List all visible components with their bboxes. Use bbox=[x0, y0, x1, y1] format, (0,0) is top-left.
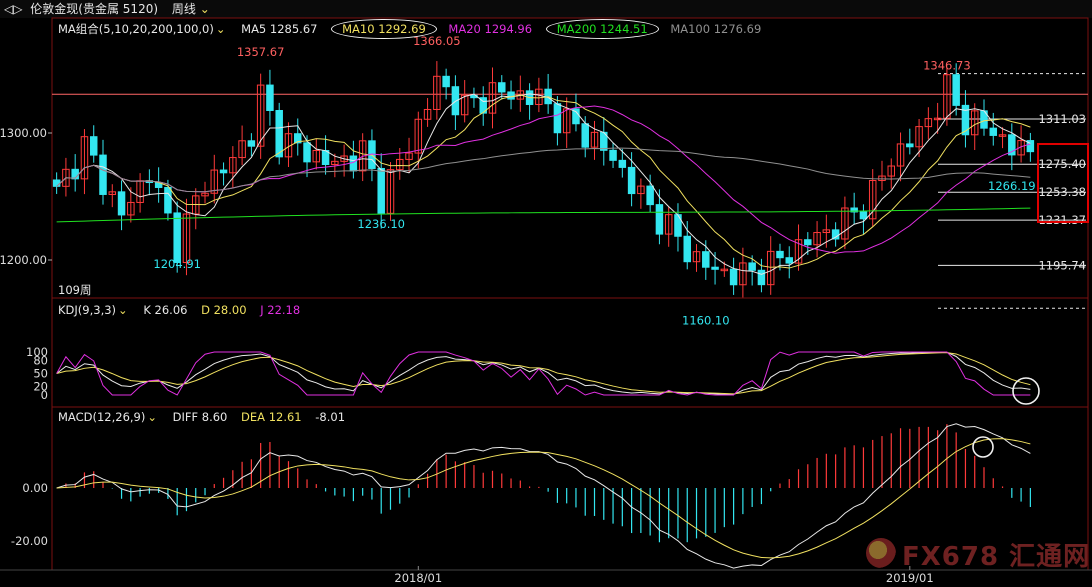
candle-body bbox=[729, 268, 738, 286]
macd-dea-value: DEA 12.61 bbox=[241, 410, 302, 424]
candle-body bbox=[89, 136, 98, 156]
candle-body bbox=[581, 123, 589, 148]
level-label-5: 1195.74 bbox=[1038, 258, 1086, 272]
ma5-line bbox=[56, 93, 1031, 275]
kdj-highlight-circle bbox=[1012, 377, 1040, 405]
candle-body bbox=[451, 86, 460, 116]
ma5-value: MA5 1285.67 bbox=[241, 22, 318, 36]
price-annotation-6: 1266.19 bbox=[988, 179, 1036, 193]
candle-body bbox=[627, 166, 636, 195]
candle-body bbox=[859, 211, 868, 220]
candle-body bbox=[646, 185, 654, 206]
candle-body bbox=[553, 103, 562, 134]
candle-body bbox=[674, 214, 682, 237]
price-annotation-0: 1357.67 bbox=[237, 45, 285, 59]
kdj-legend: KDJ(9,3,3) ⌄ K 26.06 D 28.00 J 22.18 bbox=[58, 303, 301, 317]
kdj-tick-label-1: 80 bbox=[33, 354, 48, 368]
candle-body bbox=[498, 82, 506, 93]
macd-legend-label[interactable]: MACD(12,26,9) bbox=[58, 410, 145, 424]
ma20-line bbox=[56, 105, 1031, 254]
chart-canvas: 1311.031275.401253.381231.371195.741200.… bbox=[0, 17, 1092, 585]
watermark-logo: FX678 汇通网 bbox=[902, 542, 1091, 572]
date-tick-label-0: 2018/01 bbox=[394, 571, 442, 585]
candle-body bbox=[173, 212, 181, 263]
ma100-value: MA100 1276.69 bbox=[670, 22, 762, 36]
candle-body bbox=[349, 155, 358, 172]
candle-body bbox=[711, 266, 719, 270]
kdj-legend-label[interactable]: KDJ(9,3,3) bbox=[58, 303, 116, 317]
price-annotation-4: 1160.10 bbox=[682, 314, 730, 328]
candle-body bbox=[219, 169, 228, 174]
candle-body bbox=[247, 140, 256, 147]
ma20-value: MA20 1294.96 bbox=[448, 22, 533, 36]
macd-tick-label-0: 0.00 bbox=[22, 481, 48, 495]
price-tick-label-0: 1200.00 bbox=[0, 253, 47, 267]
ma-legend: MA组合(5,10,20,200,100,0) ⌄ MA5 1285.67 MA1… bbox=[58, 19, 771, 39]
date-tick-label-1: 2019/01 bbox=[886, 571, 934, 585]
kdj-k-value: K 26.06 bbox=[143, 303, 188, 317]
candle-body bbox=[785, 257, 793, 264]
candle-body bbox=[618, 159, 627, 168]
price-annotation-2: 1236.10 bbox=[357, 217, 405, 231]
candle-body bbox=[748, 262, 756, 271]
candle-body bbox=[442, 75, 450, 88]
macd-legend: MACD(12,26,9) ⌄ DIFF 8.60 DEA 12.61 -8.01 bbox=[58, 410, 346, 424]
ma200-value: MA200 1244.51 bbox=[545, 19, 659, 39]
bar-count-label: 109周 bbox=[58, 283, 92, 297]
ma10-value: MA10 1292.69 bbox=[331, 19, 437, 39]
macd-hist-value: -8.01 bbox=[315, 410, 346, 424]
candle-body bbox=[655, 204, 664, 235]
macd-diff-value: DIFF 8.60 bbox=[172, 410, 228, 424]
level-label-1: 1311.03 bbox=[1038, 112, 1086, 126]
candle-body bbox=[275, 110, 283, 158]
candle-body bbox=[906, 143, 914, 148]
kdj-j-line bbox=[56, 351, 1031, 396]
candle-body bbox=[266, 84, 274, 112]
candle-body bbox=[776, 250, 784, 259]
candle-body bbox=[989, 127, 998, 136]
candle-body bbox=[757, 269, 766, 286]
kdj-tick-label-4: 0 bbox=[41, 388, 48, 402]
kdj-tick-label-2: 50 bbox=[33, 367, 48, 381]
kdj-d-value: D 28.00 bbox=[201, 303, 247, 317]
candle-body bbox=[164, 186, 172, 214]
ma-legend-label[interactable]: MA组合(5,10,20,200,100,0) bbox=[58, 22, 214, 36]
candle-body bbox=[609, 149, 617, 161]
price-tick-label-1: 1300.00 bbox=[0, 126, 47, 140]
candle-body bbox=[377, 167, 385, 214]
price-annotation-3: 1204.91 bbox=[153, 257, 201, 271]
candle-body bbox=[804, 239, 812, 246]
kdj-j-value: J 22.18 bbox=[260, 303, 301, 317]
macd-tick-label-1: -20.00 bbox=[11, 534, 48, 548]
candle-body bbox=[507, 91, 515, 100]
candle-body bbox=[117, 191, 126, 216]
candle-body bbox=[683, 235, 691, 263]
fx678-logo-icon bbox=[866, 538, 896, 568]
candle-body bbox=[99, 154, 107, 195]
ma100-line bbox=[56, 147, 1031, 193]
candle-body bbox=[303, 142, 311, 163]
key-levels-highlight-box bbox=[1037, 143, 1089, 223]
candle-body bbox=[52, 179, 61, 187]
chart-frame bbox=[51, 17, 1089, 571]
candle-body bbox=[952, 74, 960, 106]
candle-body bbox=[702, 251, 710, 268]
price-annotation-5: 1346.73 bbox=[923, 59, 971, 73]
